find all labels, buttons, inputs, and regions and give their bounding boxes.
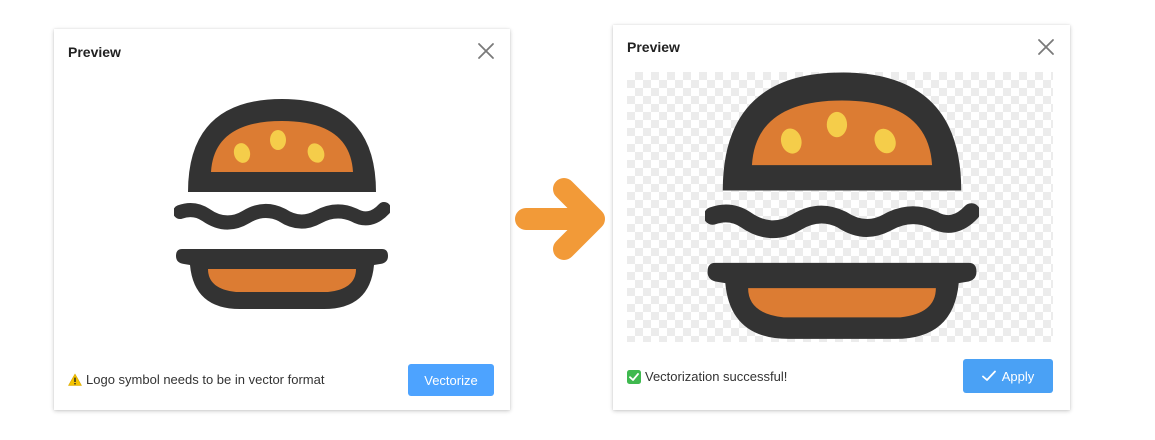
dialog-title: Preview	[68, 44, 121, 60]
warning-icon	[68, 373, 82, 386]
arrow-right-icon	[515, 178, 605, 260]
status-message: Logo symbol needs to be in vector format	[68, 372, 324, 387]
check-mark-icon	[627, 369, 641, 384]
preview-dialog-after: Preview Vectorization successful! Apply	[613, 25, 1070, 410]
close-icon[interactable]	[1036, 37, 1056, 57]
preview-dialog-before: Preview Logo symbol needs to be in vecto…	[54, 29, 510, 410]
apply-button-label: Apply	[1001, 368, 1035, 384]
burger-logo-raster-image	[174, 99, 390, 309]
checkmark-icon	[981, 370, 996, 381]
apply-button[interactable]: Apply	[963, 359, 1053, 393]
vectorize-button-label: Vectorize	[424, 372, 478, 388]
status-text: Vectorization successful!	[645, 369, 788, 384]
status-message: Vectorization successful!	[627, 369, 787, 384]
close-icon[interactable]	[476, 41, 496, 61]
burger-logo-vector-image	[705, 72, 979, 339]
dialog-title: Preview	[627, 39, 680, 55]
status-text: Logo symbol needs to be in vector format	[86, 372, 325, 387]
vectorize-button[interactable]: Vectorize	[408, 364, 494, 396]
